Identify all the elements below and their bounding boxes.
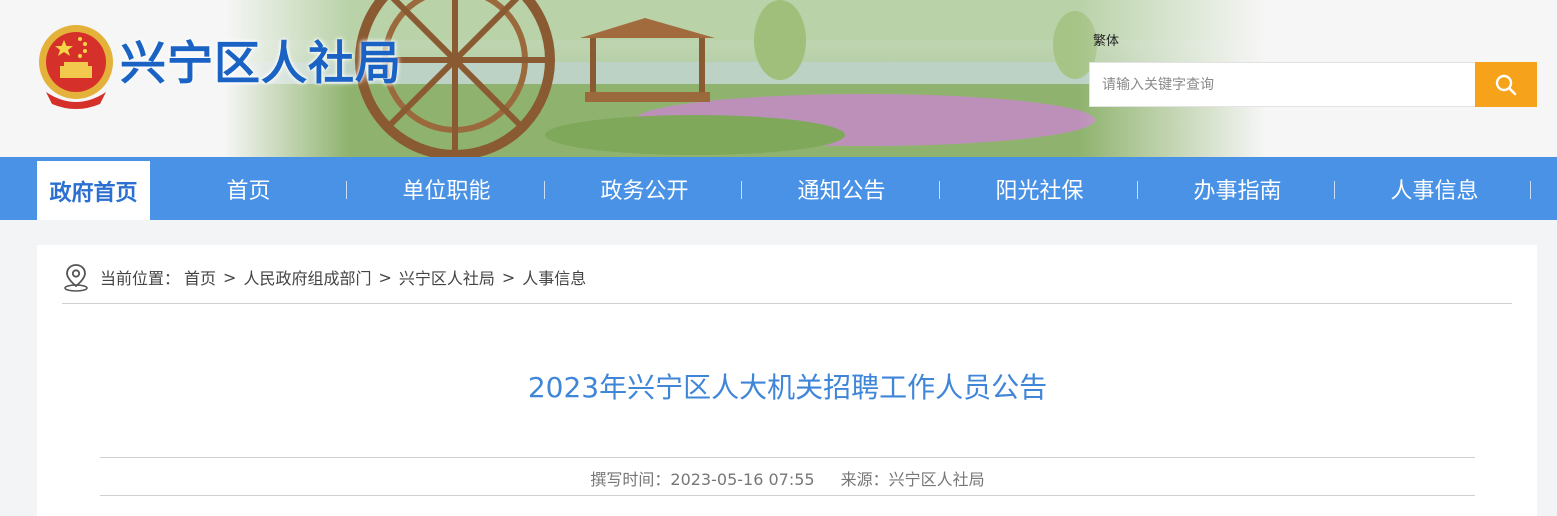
breadcrumb-separator: > xyxy=(378,267,392,287)
source-value: 兴宁区人社局 xyxy=(888,470,985,489)
search-button[interactable] xyxy=(1475,62,1537,107)
search-input[interactable] xyxy=(1089,62,1475,107)
breadcrumb-departments[interactable]: 人民政府组成部门 xyxy=(243,265,371,289)
traditional-chinese-link[interactable]: 繁体 xyxy=(1093,30,1119,49)
source-label: 来源： xyxy=(840,470,889,489)
meta-divider-top xyxy=(100,457,1475,458)
breadcrumb-home[interactable]: 首页 xyxy=(184,265,216,289)
nav-item-notices[interactable]: 通知公告 xyxy=(743,157,940,220)
nav-item-personnel[interactable]: 人事信息 xyxy=(1336,157,1533,220)
nav-divider xyxy=(741,181,742,199)
nav-gov-home[interactable]: 政府首页 xyxy=(37,161,150,220)
nav-divider xyxy=(939,181,940,199)
location-pin-icon xyxy=(64,264,88,292)
nav-item-functions[interactable]: 单位职能 xyxy=(348,157,545,220)
nav-divider xyxy=(544,181,545,199)
search-icon xyxy=(1495,74,1517,95)
breadcrumb-bureau[interactable]: 兴宁区人社局 xyxy=(399,265,495,289)
article-meta: 撰写时间：2023-05-16 07:55 来源：兴宁区人社局 xyxy=(100,466,1475,490)
nav-item-home[interactable]: 首页 xyxy=(150,157,347,220)
national-emblem-logo xyxy=(36,22,116,110)
breadcrumb-separator: > xyxy=(223,267,237,287)
nav-divider xyxy=(1334,181,1335,199)
breadcrumb-divider xyxy=(62,303,1512,304)
site-title: 兴宁区人社局 xyxy=(120,36,402,90)
meta-divider-bottom xyxy=(100,495,1475,496)
nav-item-gov-affairs[interactable]: 政务公开 xyxy=(546,157,743,220)
nav-divider xyxy=(346,181,347,199)
breadcrumb-separator: > xyxy=(501,267,516,287)
publish-time-label: 撰写时间： xyxy=(590,470,671,489)
site-header: 兴宁区人社局 繁体 xyxy=(0,0,1557,157)
nav-divider xyxy=(1137,181,1138,199)
breadcrumb: 当前位置： 首页 > 人民政府组成部门 > 兴宁区人社局 > 人事信息 xyxy=(62,262,590,292)
article-title: 2023年兴宁区人大机关招聘工作人员公告 xyxy=(527,371,1048,404)
breadcrumb-prefix: 当前位置： xyxy=(100,269,181,288)
publish-time-value: 2023-05-16 07:55 xyxy=(670,470,815,489)
breadcrumb-personnel[interactable]: 人事信息 xyxy=(522,265,586,289)
nav-item-guide[interactable]: 办事指南 xyxy=(1139,157,1336,220)
nav-divider xyxy=(1530,181,1531,199)
main-nav: 政府首页 首页 单位职能 政务公开 通知公告 阳光社保 办事指南 人事信息 xyxy=(0,157,1557,220)
nav-item-social-security[interactable]: 阳光社保 xyxy=(941,157,1138,220)
